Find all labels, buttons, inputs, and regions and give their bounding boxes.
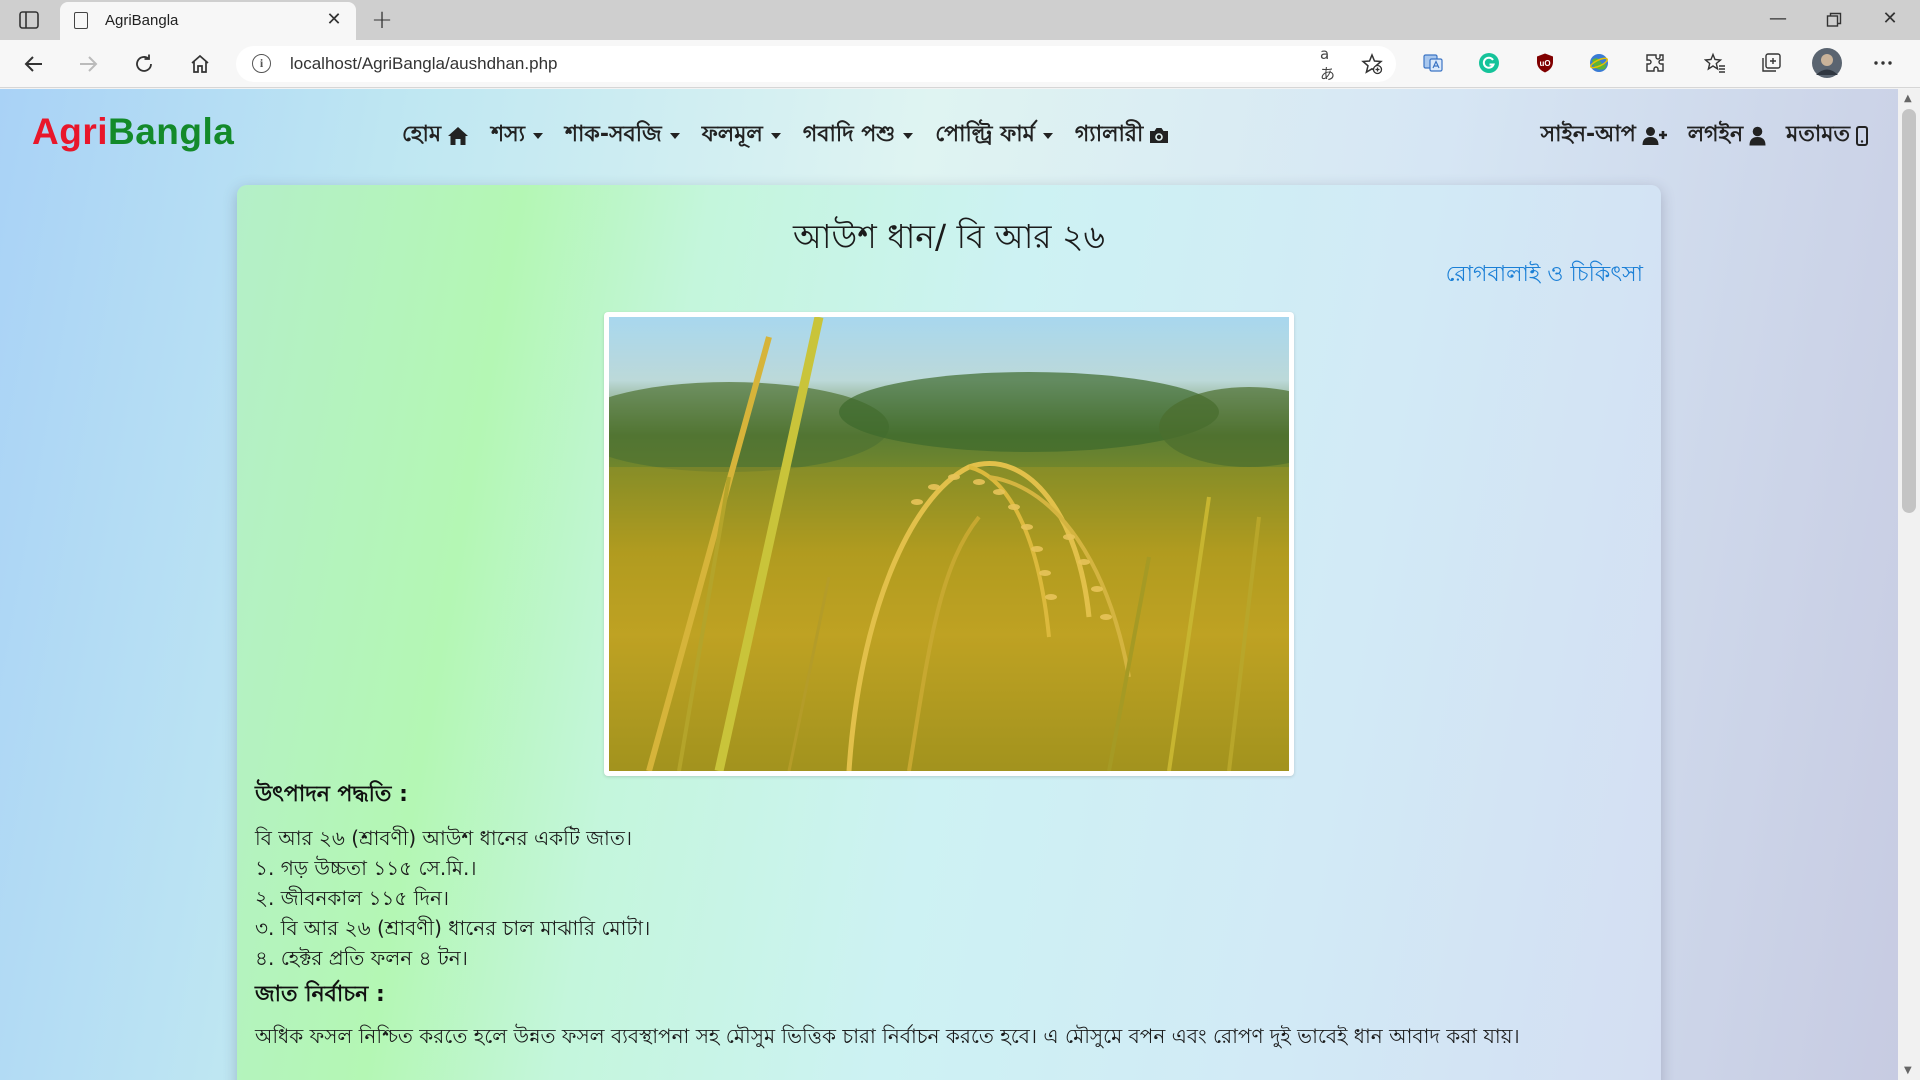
main-menu: হোম শস্য শাক-সবজি ফলমূল গবাদি পশু পোল্ট্… (402, 117, 1169, 154)
menu-item-crops[interactable]: শস্য (491, 117, 544, 154)
menu-item-home[interactable]: হোম (402, 117, 469, 154)
globe-extension-icon[interactable] (1586, 50, 1612, 76)
menu-label: ফলমূল (701, 122, 763, 147)
browser-tab-bar: AgriBangla ✕ + — ✕ (0, 0, 1920, 40)
scrollbar-thumb[interactable] (1902, 109, 1916, 513)
disease-treatment-link[interactable]: রোগবালাই ও চিকিৎসা (1446, 257, 1643, 294)
camera-icon (1150, 128, 1169, 143)
address-bar[interactable]: i localhost/AgriBangla/aushdhan.php aあ (236, 45, 1396, 83)
brand-part-agri: Agri (32, 111, 108, 152)
menu-item-livestock[interactable]: গবাদি পশু (802, 117, 914, 154)
brand-part-bangla: Bangla (108, 111, 235, 152)
menu-label: গবাদি পশু (802, 122, 896, 147)
login-link[interactable]: লগইন (1688, 117, 1766, 154)
menu-label: গ্যালারী (1074, 122, 1144, 147)
menu-label: শাক-সবজি (565, 122, 662, 147)
scroll-up-icon[interactable]: ▲ (1904, 93, 1912, 104)
minimize-icon[interactable]: — (1750, 0, 1806, 40)
account-menu: সাইন-আপ লগইন মতামত (1541, 117, 1868, 154)
svg-text:uO: uO (1539, 59, 1550, 68)
menu-item-fruits[interactable]: ফলমূল (702, 117, 781, 154)
back-icon[interactable] (18, 48, 50, 80)
browser-toolbar: i localhost/AgriBangla/aushdhan.php aあ u… (0, 40, 1920, 88)
content-card: আউশ ধান/ বি আর ২৬ রোগবালাই ও চিকিৎসা উৎপ… (237, 185, 1661, 1080)
list-item: ১. গড় উচ্চতা ১১৫ সে.মি.। (255, 856, 477, 880)
tab-actions-icon[interactable] (18, 9, 40, 31)
list-item: ৪. হেক্টর প্রতি ফলন ৪ টন। (255, 946, 468, 970)
more-options-icon[interactable] (1870, 50, 1896, 76)
menu-label: সাইন-আপ (1540, 122, 1636, 147)
close-window-icon[interactable]: ✕ (1862, 0, 1918, 40)
list-item: বি আর ২৬ (শ্রাবণী) আউশ ধানের একটি জাত। (255, 826, 632, 850)
mobile-phone-icon (1856, 125, 1868, 146)
menu-item-vegetables[interactable]: শাক-সবজি (565, 117, 680, 154)
translate-icon[interactable] (1420, 50, 1446, 76)
menu-item-gallery[interactable]: গ্যালারী (1075, 117, 1169, 154)
rice-image-frame (604, 312, 1294, 776)
menu-label: পোল্ট্রি ফার্ম (935, 122, 1035, 147)
scroll-down-icon[interactable]: ▼ (1904, 1065, 1912, 1076)
page-scrollbar[interactable]: ▲ ▼ (1898, 89, 1920, 1080)
url-text[interactable]: localhost/AgriBangla/aushdhan.php (290, 54, 557, 74)
site-navbar: AgriBangla হোম শস্য শাক-সবজি ফলমূল গবাদি… (0, 89, 1898, 175)
caret-down-icon (669, 132, 680, 139)
menu-label: লগইন (1687, 122, 1744, 147)
menu-item-poultry[interactable]: পোল্ট্রি ফার্ম (935, 117, 1053, 154)
signup-link[interactable]: সাইন-আপ (1541, 117, 1668, 154)
menu-label: মতামত (1786, 122, 1850, 147)
variety-selection-heading: জাত নির্বাচন : (255, 982, 385, 1007)
user-plus-icon (1642, 126, 1667, 145)
close-tab-icon[interactable]: ✕ (322, 8, 346, 32)
restore-icon[interactable] (1806, 0, 1862, 40)
user-icon (1749, 126, 1766, 145)
production-method-heading: উৎপাদন পদ্ধতি : (255, 782, 408, 807)
variety-selection-text: অধিক ফসল নিশ্চিত করতে হলে উন্নত ফসল ব্যব… (255, 1024, 1520, 1048)
menu-label: শস্য (491, 122, 526, 147)
list-item: ২. জীবনকাল ১১৫ দিন। (255, 886, 450, 910)
grammarly-icon[interactable] (1476, 50, 1502, 76)
read-aloud-icon[interactable]: aあ (1320, 45, 1344, 83)
new-tab-icon[interactable]: + (368, 4, 396, 36)
collections-icon[interactable] (1758, 50, 1784, 76)
forward-icon[interactable] (72, 48, 104, 80)
site-logo[interactable]: AgriBangla (32, 111, 234, 153)
favorites-icon[interactable] (1702, 50, 1728, 76)
avatar[interactable] (1812, 48, 1842, 78)
caret-down-icon (903, 132, 914, 139)
tab-title: AgriBangla (105, 12, 179, 29)
caret-down-icon (533, 132, 544, 139)
production-method-list: বি আর ২৬ (শ্রাবণী) আউশ ধানের একটি জাত। ১… (255, 823, 650, 973)
rice-field-image (609, 317, 1289, 771)
page-viewport: AgriBangla হোম শস্য শাক-সবজি ফলমূল গবাদি… (0, 89, 1898, 1080)
active-tab[interactable]: AgriBangla ✕ (60, 2, 356, 40)
caret-down-icon (1042, 132, 1053, 139)
extensions-icon[interactable] (1642, 50, 1668, 76)
page-icon (74, 12, 88, 29)
home-icon[interactable] (184, 48, 216, 80)
list-item: ৩. বি আর ২৬ (শ্রাবণী) ধানের চাল মাঝারি ম… (255, 916, 651, 940)
home-icon (448, 126, 469, 145)
caret-down-icon (770, 132, 781, 139)
site-info-icon[interactable]: i (252, 54, 271, 73)
ublock-shield-icon[interactable]: uO (1532, 50, 1558, 76)
menu-label: হোম (402, 122, 442, 147)
refresh-icon[interactable] (128, 48, 160, 80)
add-favorite-icon[interactable] (1360, 52, 1384, 76)
feedback-link[interactable]: মতামত (1786, 117, 1868, 154)
